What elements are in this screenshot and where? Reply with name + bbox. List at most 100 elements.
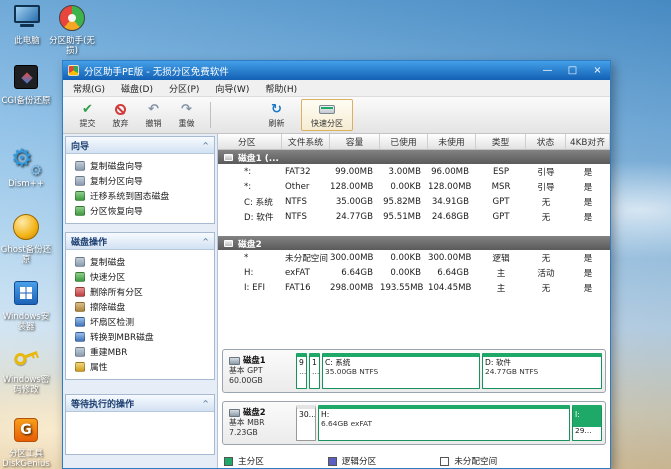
- disk2-size: 7.23GB: [229, 428, 258, 438]
- sidebar-item-copy-disk-wizard[interactable]: 复制磁盘向导: [66, 158, 214, 173]
- table-row[interactable]: I: EFI FAT16 298.00MB 193.55MB 104.45MB …: [218, 280, 610, 295]
- partition-table-panel: 分区 文件系统 容量 已使用 未使用 类型 状态 4KB对齐 磁盘1 (... …: [218, 134, 610, 468]
- disk2-group-row[interactable]: 磁盘2: [218, 236, 610, 250]
- desktop-icon-ghost-backup[interactable]: Ghost备份还原: [0, 212, 52, 266]
- desktop-icon-partition-assistant[interactable]: 分区助手(无损): [46, 3, 98, 57]
- desktop-icon-windows-installer[interactable]: Windows安装器: [0, 278, 52, 333]
- menu-partition[interactable]: 分区(P): [161, 80, 207, 96]
- sidebar-item-quick-partition[interactable]: 快速分区: [66, 269, 214, 284]
- icon-label: Windows安装器: [2, 312, 50, 332]
- maximize-button[interactable]: □: [560, 61, 585, 80]
- window-title: 分区助手PE版 - 无损分区免费软件: [84, 66, 229, 78]
- section-header-disk-operations[interactable]: 磁盘操作: [66, 233, 214, 250]
- refresh-button[interactable]: 刷新: [260, 102, 293, 129]
- collapse-chevron-icon[interactable]: [202, 237, 209, 246]
- section-wizards: 向导 复制磁盘向导 复制分区向导: [65, 136, 215, 224]
- column-unused[interactable]: 未使用: [428, 134, 476, 149]
- undo-button[interactable]: 撤销: [137, 102, 170, 129]
- sidebar-item-rebuild-mbr[interactable]: 重建MBR: [66, 344, 214, 359]
- sidebar-item-delete-all-partitions[interactable]: 删除所有分区: [66, 284, 214, 299]
- desktop-icon-cgi-backup[interactable]: CGI备份还原: [0, 62, 52, 107]
- partition-segment-i[interactable]: I: 29…: [572, 405, 602, 441]
- rebuild-mbr-icon: [75, 346, 85, 357]
- menu-general[interactable]: 常规(G): [65, 80, 113, 96]
- table-row[interactable]: *: Other 128.00MB 0.00KB 128.00MB MSR 引导…: [218, 179, 610, 194]
- copy-disk-icon: [75, 256, 85, 267]
- cell-used: 0.00KB: [390, 252, 421, 263]
- table-row[interactable]: C: 系统 NTFS 35.00GB 95.82MB 34.91GB GPT 无…: [218, 194, 610, 209]
- column-used[interactable]: 已使用: [380, 134, 428, 149]
- disk-icon: [229, 356, 240, 365]
- quick-partition-button[interactable]: 快速分区: [301, 99, 353, 131]
- column-filesystem[interactable]: 文件系统: [282, 134, 330, 149]
- cell-type: GPT: [492, 211, 510, 222]
- cell-capacity: 298.00MB: [330, 282, 374, 293]
- cell-filesystem: 未分配空间: [285, 253, 328, 264]
- section-pending-operations: 等待执行的操作: [65, 394, 215, 455]
- menu-help[interactable]: 帮助(H): [257, 80, 305, 96]
- menu-disk[interactable]: 磁盘(D): [113, 80, 161, 96]
- icon-label: Dism++: [8, 179, 44, 189]
- cell-type: ESP: [492, 166, 510, 177]
- menu-wizard[interactable]: 向导(W): [207, 80, 257, 96]
- diskgenius-icon: G: [11, 418, 41, 448]
- table-row[interactable]: * 未分配空间 300.00MB 0.00KB 300.00MB 逻辑 无 是: [218, 250, 610, 265]
- sidebar-item-properties[interactable]: 属性: [66, 359, 214, 374]
- desktop-icon-windows-password[interactable]: Windows密码修改: [0, 342, 52, 396]
- table-row[interactable]: D: 软件 NTFS 24.77GB 95.51MB 24.68GB GPT 无…: [218, 209, 610, 224]
- partition-segment-msr[interactable]: 1 …: [309, 353, 320, 389]
- column-type[interactable]: 类型: [476, 134, 526, 149]
- sidebar-item-partition-recovery[interactable]: 分区恢复向导: [66, 203, 214, 218]
- disk2-info[interactable]: 磁盘2 基本 MBR 7.23GB: [226, 407, 296, 438]
- cell-filesystem: FAT32: [285, 166, 311, 177]
- column-4k-aligned[interactable]: 4KB对齐: [566, 134, 610, 149]
- partition-segment-d[interactable]: D: 软件 24.77GB NTFS: [482, 353, 602, 389]
- wipe-disk-icon: [75, 301, 85, 312]
- collapse-chevron-icon[interactable]: [202, 141, 209, 150]
- refresh-icon: [271, 102, 282, 117]
- column-partition[interactable]: 分区: [218, 134, 282, 149]
- sidebar-item-bad-sector-test[interactable]: 坏扇区检测: [66, 314, 214, 329]
- toolbar-separator: [210, 102, 211, 128]
- minimize-button[interactable]: —: [535, 61, 560, 80]
- title-bar[interactable]: 分区助手PE版 - 无损分区免费软件 — □ ×: [63, 61, 610, 80]
- table-row[interactable]: *: FAT32 99.00MB 3.00MB 96.00MB ESP 引导 是: [218, 164, 610, 179]
- cell-unused: 128.00MB: [428, 181, 472, 192]
- cell-type: 主: [496, 268, 506, 279]
- commit-button[interactable]: 提交: [71, 102, 104, 129]
- disk-icon: [229, 408, 240, 417]
- table-row[interactable]: H: exFAT 6.64GB 0.00KB 6.64GB 主 活动 是: [218, 265, 610, 280]
- sidebar-item-copy-partition-wizard[interactable]: 复制分区向导: [66, 173, 214, 188]
- unallocated-segment[interactable]: 30…: [296, 405, 316, 441]
- partition-segment-c[interactable]: C: 系统 35.00GB NTFS: [322, 353, 480, 389]
- desktop-icon-diskgenius[interactable]: G 分区工具DiskGenius: [0, 415, 52, 469]
- legend-logical: 逻辑分区: [327, 455, 376, 467]
- sidebar-item-migrate-os[interactable]: 迁移系统到固态磁盘: [66, 188, 214, 203]
- disk1-info[interactable]: 磁盘1 基本 GPT 60.00GB: [226, 355, 296, 386]
- close-button[interactable]: ×: [585, 61, 610, 80]
- section-header-wizards[interactable]: 向导: [66, 137, 214, 154]
- cell-type: 逻辑: [492, 253, 510, 264]
- cell-type: GPT: [492, 196, 510, 207]
- cell-partition: *: [244, 252, 249, 263]
- disk1-group-row[interactable]: 磁盘1 (...: [218, 150, 610, 164]
- sidebar-item-wipe-disk[interactable]: 擦除磁盘: [66, 299, 214, 314]
- legend-unallocated: 未分配空间: [440, 455, 497, 467]
- cell-capacity: 99.00MB: [335, 166, 373, 177]
- disk2-graphic: 磁盘2 基本 MBR 7.23GB 30… H: 6.64GB exFAT I:…: [222, 401, 606, 445]
- section-header-pending-operations[interactable]: 等待执行的操作: [66, 395, 214, 412]
- collapse-chevron-icon[interactable]: [202, 399, 209, 408]
- partition-segment-esp[interactable]: 9 …: [296, 353, 307, 389]
- column-status[interactable]: 状态: [526, 134, 566, 149]
- partition-segment-h[interactable]: H: 6.64GB exFAT: [318, 405, 570, 441]
- discard-button[interactable]: 放弃: [104, 102, 137, 129]
- sidebar: 向导 复制磁盘向导 复制分区向导: [63, 134, 218, 468]
- desktop-icon-dism[interactable]: ⚙ ⚙ Dism++: [0, 146, 52, 190]
- sidebar-item-convert-to-mbr[interactable]: 转换到MBR磁盘: [66, 329, 214, 344]
- redo-button[interactable]: 重做: [170, 102, 203, 129]
- cell-aligned: 是: [583, 253, 593, 264]
- cell-capacity: 300.00MB: [330, 252, 374, 263]
- cell-unused: 300.00MB: [428, 252, 472, 263]
- column-capacity[interactable]: 容量: [330, 134, 380, 149]
- sidebar-item-copy-disk[interactable]: 复制磁盘: [66, 254, 214, 269]
